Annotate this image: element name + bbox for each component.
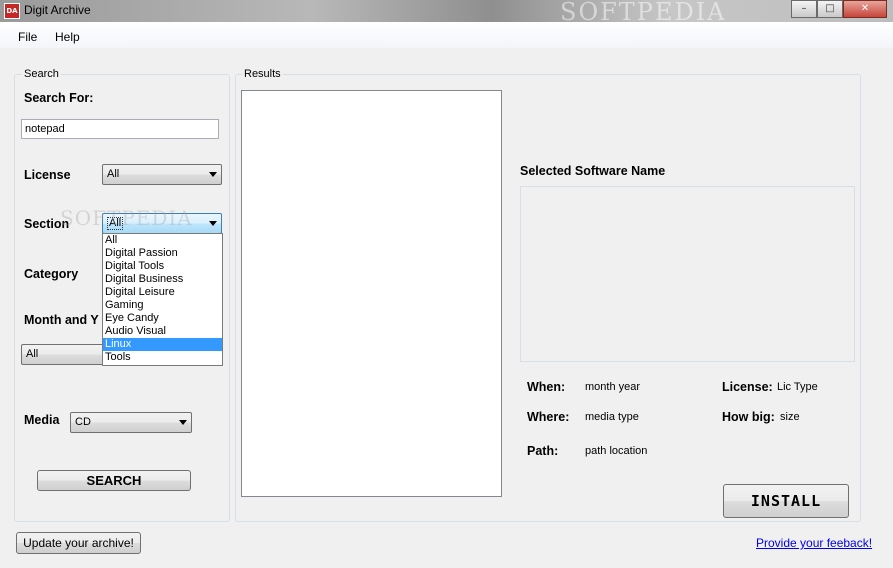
window-controls: – □ ✕ (791, 0, 887, 18)
license-select[interactable]: All (102, 164, 222, 185)
path-value: path location (585, 445, 648, 457)
license-info-value: Lic Type (777, 381, 818, 393)
results-list[interactable] (241, 90, 502, 497)
software-description-box (520, 186, 855, 362)
license-select-value: All (107, 168, 120, 180)
section-option[interactable]: Digital Business (103, 273, 222, 286)
close-icon[interactable]: ✕ (843, 0, 887, 18)
where-value: media type (585, 411, 639, 423)
minimize-icon[interactable]: – (791, 0, 817, 18)
search-button[interactable]: SEARCH (37, 470, 191, 491)
app-logo-icon: DA (4, 3, 20, 19)
menu-help[interactable]: Help (55, 30, 80, 44)
section-option[interactable]: Digital Leisure (103, 286, 222, 299)
selected-software-name: Selected Software Name (520, 164, 666, 178)
search-for-label: Search For: (24, 91, 94, 105)
section-label: Section (24, 217, 70, 231)
section-select[interactable]: All (102, 213, 222, 234)
section-option[interactable]: Digital Passion (103, 247, 222, 260)
section-option[interactable]: Tools (103, 351, 222, 364)
media-select[interactable]: CD (70, 412, 192, 433)
results-group-label: Results (242, 68, 283, 80)
chevron-down-icon (209, 221, 217, 226)
search-group-label: Search (22, 68, 61, 80)
license-info-label: License: (722, 380, 773, 394)
update-archive-button[interactable]: Update your archive! (16, 532, 141, 554)
section-option[interactable]: Gaming (103, 299, 222, 312)
month-year-select-value: All (26, 348, 39, 360)
search-input[interactable]: notepad (21, 119, 219, 139)
section-option-highlighted[interactable]: Linux (103, 338, 222, 351)
section-option[interactable]: Digital Tools (103, 260, 222, 273)
feedback-link[interactable]: Provide your feeback! (756, 536, 872, 550)
section-dropdown-list: All Digital Passion Digital Tools Digita… (102, 233, 223, 366)
category-label: Category (24, 267, 79, 281)
maximize-icon[interactable]: □ (817, 0, 843, 18)
window-title: Digit Archive (24, 3, 91, 17)
section-option[interactable]: Eye Candy (103, 312, 222, 325)
month-year-label: Month and Y (24, 313, 99, 327)
where-label: Where: (527, 410, 570, 424)
main-area: Search Search For: notepad License All S… (0, 48, 893, 568)
media-label: Media (24, 413, 60, 427)
path-label: Path: (527, 444, 559, 458)
when-label: When: (527, 380, 566, 394)
license-label: License (24, 168, 71, 182)
install-button[interactable]: INSTALL (723, 484, 849, 518)
when-value: month year (585, 381, 641, 393)
section-option[interactable]: Audio Visual (103, 325, 222, 338)
section-option[interactable]: All (103, 234, 222, 247)
media-select-value: CD (75, 416, 91, 428)
chevron-down-icon (209, 172, 217, 177)
how-big-label: How big: (722, 410, 775, 424)
chevron-down-icon (179, 420, 187, 425)
menu-file[interactable]: File (18, 30, 37, 44)
menu-bar: File Help (0, 22, 893, 48)
section-select-value: All (107, 217, 124, 230)
how-big-value: size (780, 411, 800, 423)
title-bar: DA Digit Archive SOFTPEDIA – □ ✕ (0, 0, 893, 26)
